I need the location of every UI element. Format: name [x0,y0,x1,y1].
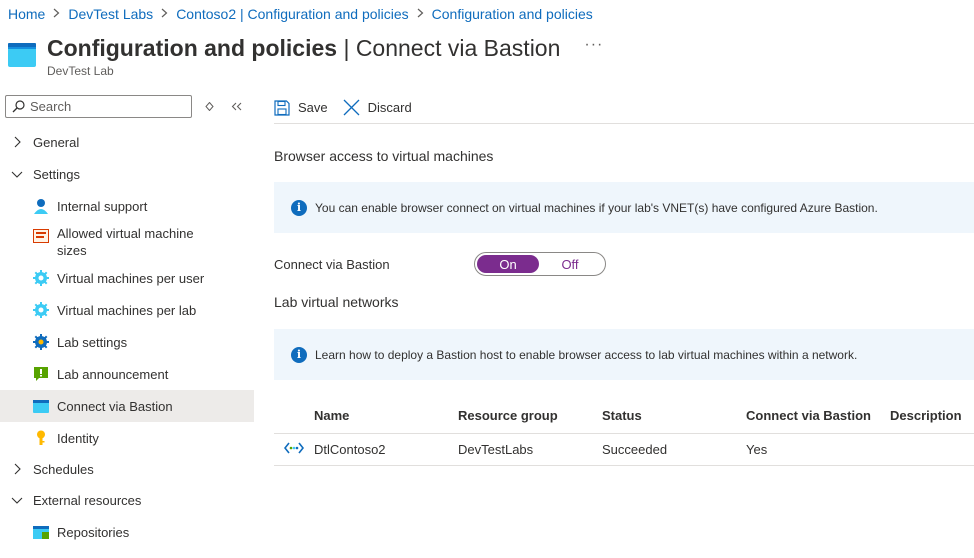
chevron-right-icon [10,463,24,475]
page-subtitle: DevTest Lab [47,64,114,78]
sidebar-item-label: Identity [57,430,99,446]
sidebar-item-label: Repositories [57,524,130,540]
sidebar-item-internal-support[interactable]: Internal support [0,190,254,222]
announcement-icon [32,365,50,383]
toggle-on-option[interactable]: On [477,255,539,273]
table-row[interactable]: DtlContoso2 DevTestLabs Succeeded Yes [274,433,974,466]
sidebar-item-label: General [33,134,80,150]
toolbar: Save Discard [274,92,974,124]
save-icon [274,99,290,116]
toggle-off-option[interactable]: Off [539,255,601,273]
bastion-icon [8,43,36,67]
more-options-button[interactable]: ··· [584,36,603,54]
discard-label: Discard [367,100,412,115]
gear-icon [32,301,50,319]
main-content: Save Discard Browser access to virtual m… [274,92,974,466]
sidebar-item-label: External resources [33,492,142,508]
sidebar-item-label: Virtual machines per lab [57,302,197,318]
repository-icon [32,523,50,541]
sidebar-item-vms-per-lab[interactable]: Virtual machines per lab [0,294,254,326]
connect-via-bastion-label: Connect via Bastion [274,256,390,272]
info-banner-text: Learn how to deploy a Bastion host to en… [315,347,858,362]
info-icon: i [291,346,307,363]
person-icon [32,197,50,215]
sidebar-item-label: Schedules [33,461,94,477]
gear-icon [32,269,50,287]
search-input[interactable] [30,98,180,114]
sidebar-item-general[interactable]: General [0,126,254,158]
connect-via-bastion-row: Connect via Bastion On Off [274,252,606,276]
chevron-right-icon [161,7,168,21]
sidebar-item-external-resources[interactable]: External resources [0,484,254,516]
sidebar-item-vms-per-user[interactable]: Virtual machines per user [0,262,254,294]
sidebar-item-label: Lab settings [57,334,128,350]
column-header-name[interactable]: Name [314,398,458,434]
sidebar-item-lab-settings[interactable]: Lab settings [0,326,254,358]
lab-networks-title: Lab virtual networks [274,294,399,310]
virtual-network-icon [283,442,305,453]
chevron-right-icon [10,136,24,148]
settings-icon [32,333,50,351]
info-banner-deploy[interactable]: i Learn how to deploy a Bastion host to … [274,329,974,380]
sidebar-item-schedules[interactable]: Schedules [0,454,254,484]
sidebar-item-label: Allowed virtual machine sizes [57,226,194,258]
sidebar-item-lab-announcement[interactable]: Lab announcement [0,358,254,390]
save-label: Save [298,100,328,115]
sidebar-item-label: Internal support [57,198,148,214]
chevron-down-icon [10,497,24,504]
sidebar-item-connect-via-bastion[interactable]: Connect via Bastion [0,390,254,422]
sidebar-item-label: Connect via Bastion [57,398,173,414]
breadcrumb-config[interactable]: Configuration and policies [432,6,593,22]
collapse-toggle-icon[interactable] [199,99,219,114]
breadcrumb-devtest-labs[interactable]: DevTest Labs [68,6,153,22]
sidebar-item-identity[interactable]: Identity [0,422,254,454]
column-header-status[interactable]: Status [602,398,746,434]
chevron-right-icon [417,7,424,21]
key-icon [32,429,50,447]
sidebar: General Settings Internal support Allowe… [0,92,254,548]
table-cell-description [890,433,974,466]
connect-via-bastion-toggle[interactable]: On Off [474,252,606,276]
close-icon [343,99,360,116]
bastion-icon [32,397,50,415]
column-header-resource-group[interactable]: Resource group [458,398,602,434]
table-cell-resource-group: DevTestLabs [458,433,602,466]
collapse-sidebar-icon[interactable] [226,99,246,114]
search-icon [12,99,25,112]
column-header-connect[interactable]: Connect via Bastion [746,398,890,434]
chevron-right-icon [53,7,60,21]
chevron-down-icon [10,171,24,178]
table-cell-status: Succeeded [602,433,746,466]
sidebar-item-label: Lab announcement [57,366,169,382]
column-header-description[interactable]: Description [890,398,974,434]
table-cell-icon [274,433,314,466]
table-header-icon [274,398,314,434]
info-banner-text: You can enable browser connect on virtua… [315,200,878,215]
list-icon [32,227,50,245]
info-icon: i [291,199,307,216]
sidebar-item-repositories[interactable]: Repositories [0,516,254,548]
breadcrumb-home[interactable]: Home [8,6,45,22]
page-title: Configuration and policies | Connect via… [47,35,561,61]
table-cell-connect: Yes [746,433,890,466]
browser-access-title: Browser access to virtual machines [274,148,494,164]
search-row [0,92,254,120]
table-header-row: Name Resource group Status Connect via B… [274,398,974,434]
table-cell-name[interactable]: DtlContoso2 [314,433,458,466]
sidebar-nav: General Settings Internal support Allowe… [0,126,254,548]
breadcrumb-contoso2[interactable]: Contoso2 | Configuration and policies [176,6,408,22]
sidebar-item-label: Virtual machines per user [57,270,205,286]
sidebar-item-allowed-vm-sizes[interactable]: Allowed virtual machine sizes [0,222,254,262]
sidebar-item-settings[interactable]: Settings [0,158,254,190]
save-button[interactable]: Save [274,99,328,116]
networks-table: Name Resource group Status Connect via B… [274,398,974,466]
info-banner-bastion: i You can enable browser connect on virt… [274,182,974,233]
page-header: Configuration and policies | Connect via… [8,34,603,67]
search-box[interactable] [5,94,192,118]
breadcrumb: Home DevTest Labs Contoso2 | Configurati… [8,6,593,22]
sidebar-item-label: Settings [33,166,80,182]
discard-button[interactable]: Discard [343,99,412,116]
